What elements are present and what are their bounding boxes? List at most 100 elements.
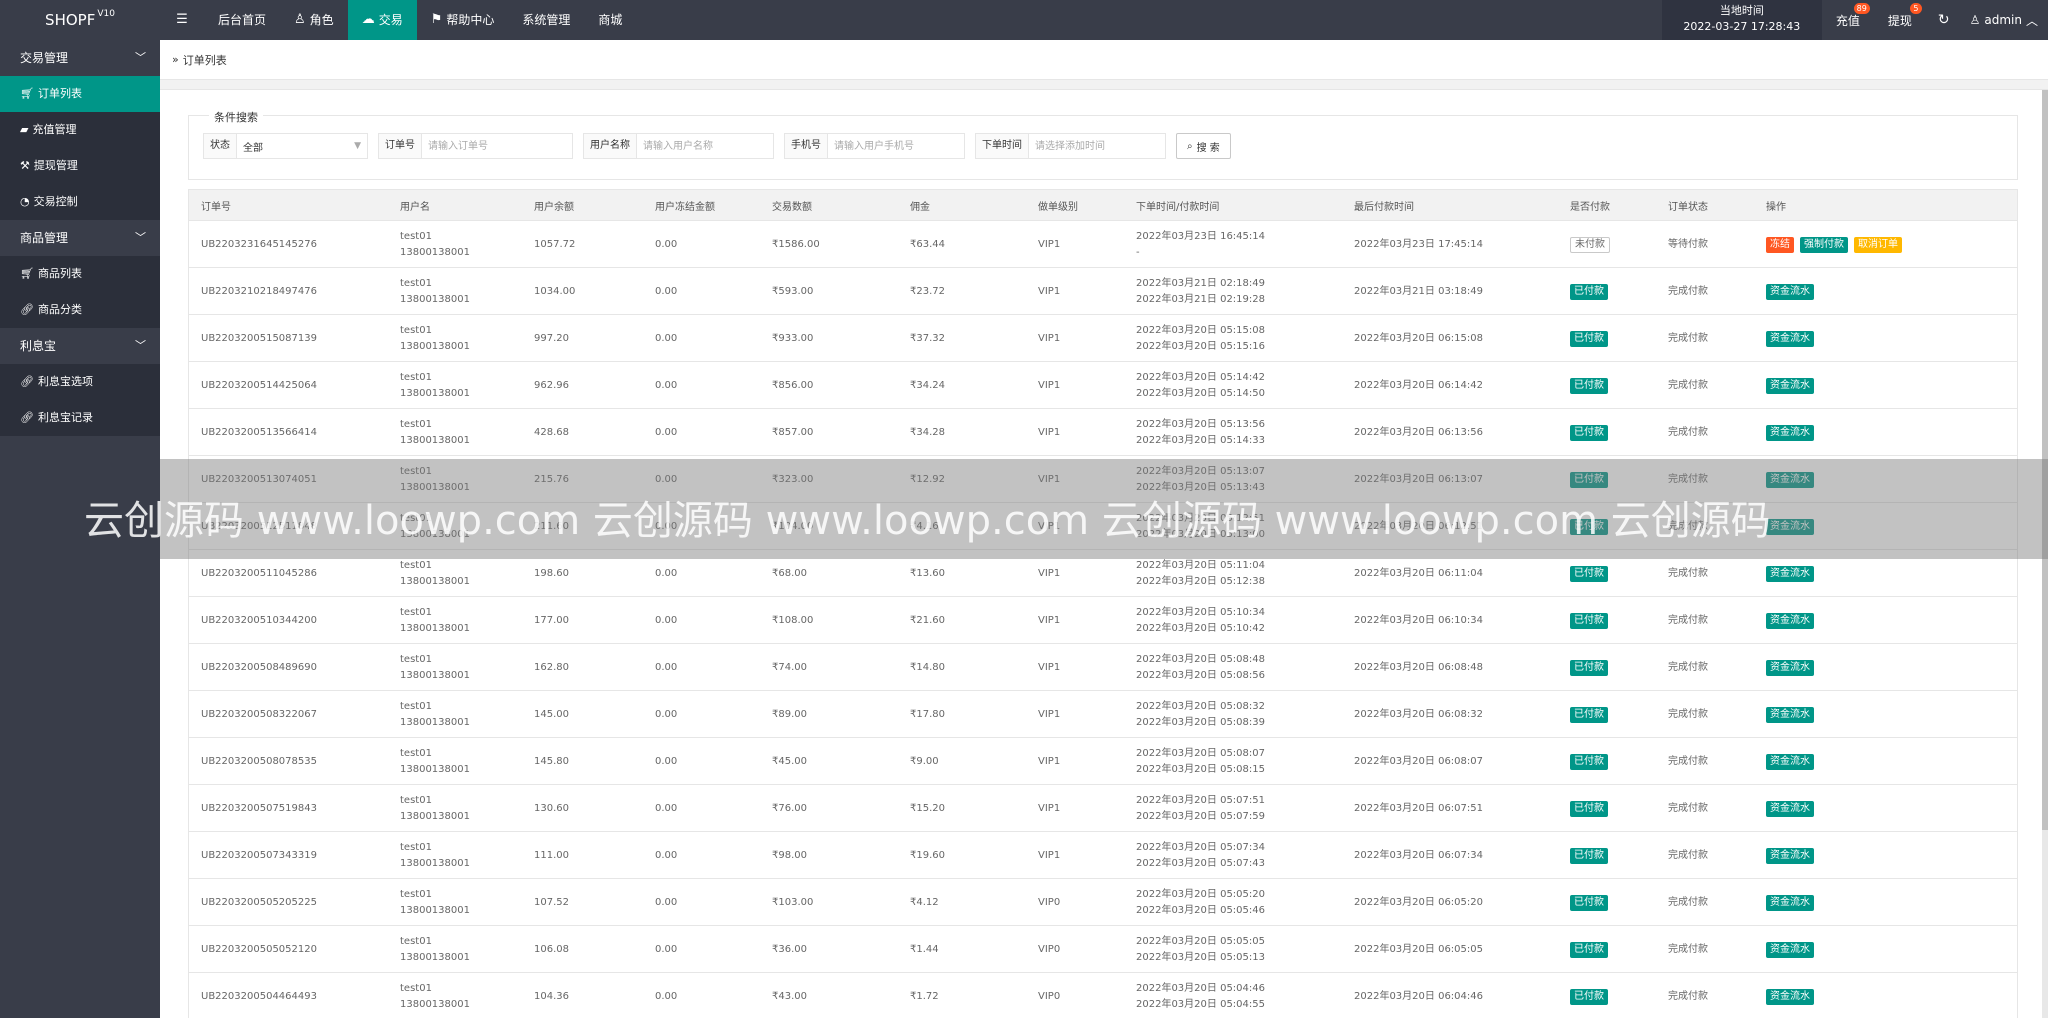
commission-cell: ₹63.44 bbox=[910, 221, 945, 268]
nav-item-role[interactable]: ♙ 角色 bbox=[280, 0, 348, 40]
user-phone: 13800138001 bbox=[400, 998, 470, 1010]
actions-cell: 资金流水 bbox=[1766, 409, 1820, 456]
table-row: UB2203200514425064 test01 13800138001 962.9… bbox=[188, 362, 2018, 409]
fund-flow-button[interactable]: 资金流水 bbox=[1766, 847, 1814, 864]
order-time: 2022年03月20日 05:08:48 bbox=[1136, 653, 1265, 665]
actions-cell: 资金流水 bbox=[1766, 315, 1820, 362]
menu-toggle-button[interactable]: ☰ bbox=[160, 0, 204, 40]
fund-flow-button[interactable]: 资金流水 bbox=[1766, 753, 1814, 770]
search-button[interactable]: ⌕ 搜 索 bbox=[1176, 133, 1231, 159]
fund-flow-button[interactable]: 资金流水 bbox=[1766, 565, 1814, 582]
local-time-value: 2022-03-27 17:28:43 bbox=[1683, 20, 1801, 33]
nav-item-home[interactable]: 后台首页 bbox=[204, 0, 280, 40]
flag-icon: ⚑ bbox=[430, 12, 443, 27]
sidebar-item-withdraw[interactable]: ⚒ 提现管理 bbox=[0, 148, 160, 184]
nav-item-help[interactable]: ⚑ 帮助中心 bbox=[417, 0, 509, 40]
sidebar-item-goods-list[interactable]: 🛒︎ 商品列表 bbox=[0, 256, 160, 292]
chevron-down-icon: ﹀ bbox=[135, 231, 146, 244]
order-no-cell: UB2203200507519843 bbox=[201, 785, 317, 832]
order-time-cell: 2022年03月20日 05:05:05 2022年03月20日 05:05:13 bbox=[1136, 926, 1265, 973]
table-body: UB2203231645145276 test01 13800138001 1057.… bbox=[188, 221, 2018, 1018]
actions-cell: 资金流水 bbox=[1766, 785, 1820, 832]
user-menu[interactable]: ♙ admin ︿ bbox=[1962, 0, 2048, 40]
cart-icon: 🛒︎ bbox=[20, 87, 34, 100]
trade-amount: ₹933.00 bbox=[772, 332, 814, 344]
sidebar-item-interest-options[interactable]: 🔗︎ 利息宝选项 bbox=[0, 364, 160, 400]
fund-flow-button[interactable]: 资金流水 bbox=[1766, 941, 1814, 958]
paid-cell: 已付款 bbox=[1570, 597, 1614, 644]
fund-flow-button[interactable]: 资金流水 bbox=[1766, 424, 1814, 441]
recharge-button[interactable]: 充值 89 bbox=[1822, 0, 1874, 40]
last-pay-cell: 2022年03月20日 06:08:32 bbox=[1354, 691, 1483, 738]
header-order-time: 下单时间/付款时间 bbox=[1136, 201, 1220, 213]
sidebar-group-trade[interactable]: 交易管理 ﹀ bbox=[0, 40, 160, 76]
fund-flow-button[interactable]: 资金流水 bbox=[1766, 706, 1814, 723]
phone-input[interactable] bbox=[828, 134, 964, 158]
username-input[interactable] bbox=[637, 134, 773, 158]
fund-flow-button[interactable]: 资金流水 bbox=[1766, 283, 1814, 300]
fund-flow-button[interactable]: 资金流水 bbox=[1766, 377, 1814, 394]
pay-time: 2022年03月20日 05:15:16 bbox=[1136, 340, 1265, 352]
level-cell: VIP0 bbox=[1038, 879, 1060, 926]
time-input[interactable] bbox=[1029, 134, 1165, 158]
amount-cell: ₹108.00 bbox=[772, 597, 813, 644]
sidebar-item-label: 提现管理 bbox=[33, 159, 78, 172]
sidebar-group-interest[interactable]: 利息宝 ﹀ bbox=[0, 328, 160, 364]
level-cell: VIP0 bbox=[1038, 926, 1060, 973]
actions-cell: 资金流水 bbox=[1766, 597, 1820, 644]
order-time: 2022年03月20日 05:15:08 bbox=[1136, 324, 1265, 336]
phone-filter: 手机号 bbox=[784, 133, 965, 159]
nav-item-trade[interactable]: ☁ 交易 bbox=[347, 0, 417, 40]
force-pay-button[interactable]: 强制付款 bbox=[1800, 236, 1848, 253]
fund-flow-button[interactable]: 资金流水 bbox=[1766, 988, 1814, 1005]
last-pay-time: 2022年03月20日 06:10:34 bbox=[1354, 614, 1483, 626]
paid-cell: 已付款 bbox=[1570, 785, 1614, 832]
actions-cell: 资金流水 bbox=[1766, 738, 1820, 785]
fund-flow-button[interactable]: 资金流水 bbox=[1766, 894, 1814, 911]
commission: ₹9.00 bbox=[910, 755, 939, 767]
refresh-button[interactable]: ↻ bbox=[1926, 0, 1962, 40]
fund-flow-button[interactable]: 资金流水 bbox=[1766, 330, 1814, 347]
last-pay-time: 2022年03月21日 03:18:49 bbox=[1354, 285, 1483, 297]
breadcrumb-current[interactable]: 订单列表 bbox=[183, 52, 227, 68]
sidebar-item-label: 利息宝选项 bbox=[37, 375, 93, 388]
status-select[interactable]: 全部 ▼ bbox=[237, 134, 367, 158]
last-pay-time: 2022年03月20日 06:05:20 bbox=[1354, 896, 1483, 908]
refresh-icon: ↻ bbox=[1937, 12, 1950, 28]
fund-flow-button[interactable]: 资金流水 bbox=[1766, 800, 1814, 817]
user-phone: 13800138001 bbox=[400, 669, 470, 681]
sidebar-item-recharge[interactable]: ▰ 充值管理 bbox=[0, 112, 160, 148]
amount-cell: ₹593.00 bbox=[772, 268, 813, 315]
nav-item-mall[interactable]: 商城 bbox=[584, 0, 636, 40]
sidebar-item-goods-category[interactable]: 🔗︎ 商品分类 bbox=[0, 292, 160, 328]
order-no-cell: UB2203200515087139 bbox=[201, 315, 317, 362]
order-number-input[interactable] bbox=[422, 134, 572, 158]
nav-item-label: 交易 bbox=[378, 13, 403, 27]
paid-cell: 已付款 bbox=[1570, 362, 1614, 409]
balance: 198.60 bbox=[534, 567, 569, 579]
recharge-badge: 89 bbox=[1853, 3, 1870, 14]
paid-badge: 已付款 bbox=[1570, 330, 1608, 347]
commission: ₹13.60 bbox=[910, 567, 945, 579]
frozen-cell: 0.00 bbox=[655, 362, 677, 409]
freeze-button[interactable]: 冻结 bbox=[1766, 236, 1794, 253]
app-logo[interactable]: SHOPF V10 bbox=[0, 0, 160, 40]
user-name: admin bbox=[1984, 13, 2022, 27]
frozen-cell: 0.00 bbox=[655, 221, 677, 268]
search-filters: 状态 全部 ▼ 订单号 用户名称 手机号 下单时间 bbox=[203, 133, 1231, 159]
fund-flow-button[interactable]: 资金流水 bbox=[1766, 612, 1814, 629]
withdraw-button[interactable]: 提现 5 bbox=[1874, 0, 1926, 40]
nav-item-label: 角色 bbox=[309, 13, 334, 27]
sidebar-item-trade-control[interactable]: ◔ 交易控制 bbox=[0, 184, 160, 220]
fund-flow-button[interactable]: 资金流水 bbox=[1766, 659, 1814, 676]
phone-label: 手机号 bbox=[785, 134, 828, 158]
search-panel: 条件搜索 状态 全部 ▼ 订单号 用户名称 手机号 下 bbox=[188, 109, 2018, 180]
sidebar-item-interest-records[interactable]: 🔗︎ 利息宝记录 bbox=[0, 400, 160, 436]
username: test01 bbox=[400, 559, 432, 571]
sidebar-group-goods[interactable]: 商品管理 ﹀ bbox=[0, 220, 160, 256]
last-pay-cell: 2022年03月20日 06:05:05 bbox=[1354, 926, 1483, 973]
cancel-order-button[interactable]: 取消订单 bbox=[1854, 236, 1902, 253]
sidebar-item-order-list[interactable]: 🛒︎ 订单列表 bbox=[0, 76, 160, 112]
actions-cell: 冻结 强制付款 取消订单 bbox=[1766, 221, 1908, 268]
nav-item-system[interactable]: 系统管理 bbox=[508, 0, 584, 40]
